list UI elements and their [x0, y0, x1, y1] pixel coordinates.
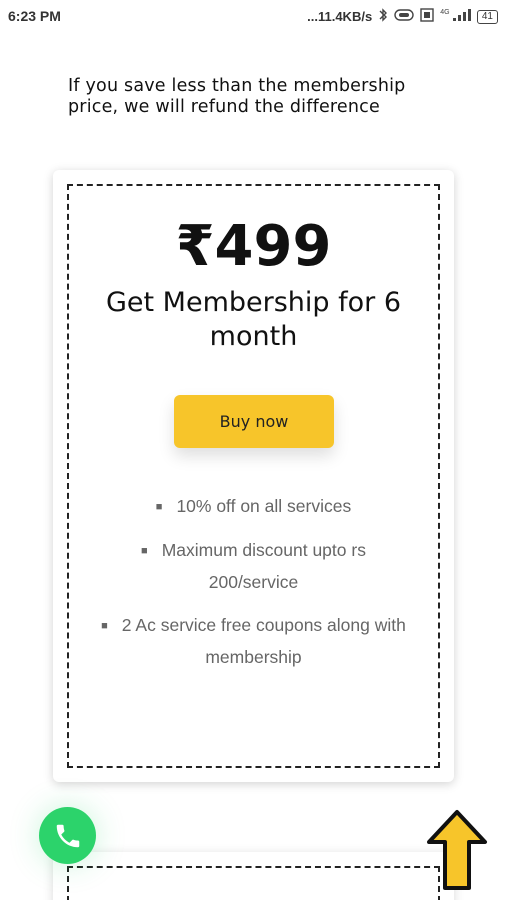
bluetooth-icon [378, 8, 388, 25]
feature-list: ■ 10% off on all services ■ Maximum discou… [79, 491, 428, 685]
status-indicators: ...11.4KB/s 4G 41 [307, 8, 498, 25]
feature-item: ■ Maximum discount upto rs 200/service [79, 535, 428, 598]
network-speed: ...11.4KB/s [307, 9, 373, 24]
data-icon [420, 8, 434, 25]
signal-icon: 4G [440, 9, 471, 24]
membership-card-border: ₹499 Get Membership for 6 month Buy now … [67, 184, 440, 768]
feature-text: 10% off on all services [176, 496, 352, 516]
call-button[interactable] [39, 807, 96, 864]
bullet-icon: ■ [101, 620, 108, 632]
phone-icon [56, 824, 79, 847]
next-membership-card [53, 852, 454, 900]
membership-price: ₹499 [175, 214, 332, 279]
bullet-icon: ■ [155, 501, 163, 513]
volte-icon [394, 9, 414, 24]
membership-title: Get Membership for 6 month [105, 287, 402, 352]
status-bar: 6:23 PM ...11.4KB/s 4G 41 [0, 0, 506, 34]
feature-item: ■ 2 Ac service free coupons along with me… [79, 610, 428, 673]
network-type-label: 4G [440, 9, 450, 16]
status-time: 6:23 PM [8, 8, 61, 24]
next-card-border [67, 866, 440, 900]
membership-card: ₹499 Get Membership for 6 month Buy now … [53, 170, 454, 782]
feature-item: ■ 10% off on all services [79, 491, 428, 523]
arrow-up-icon [427, 810, 487, 890]
battery-icon: 41 [476, 9, 498, 24]
feature-text: Maximum discount upto rs 200/service [161, 540, 366, 592]
buy-now-button[interactable]: Buy now [174, 395, 334, 448]
scroll-to-top-button[interactable] [425, 808, 489, 892]
refund-notice: If you save less than the membership pri… [68, 76, 406, 117]
feature-text: 2 Ac service free coupons along with mem… [121, 615, 406, 667]
page: 6:23 PM ...11.4KB/s 4G 41 If you save le… [0, 0, 506, 900]
bullet-icon: ■ [141, 545, 148, 557]
